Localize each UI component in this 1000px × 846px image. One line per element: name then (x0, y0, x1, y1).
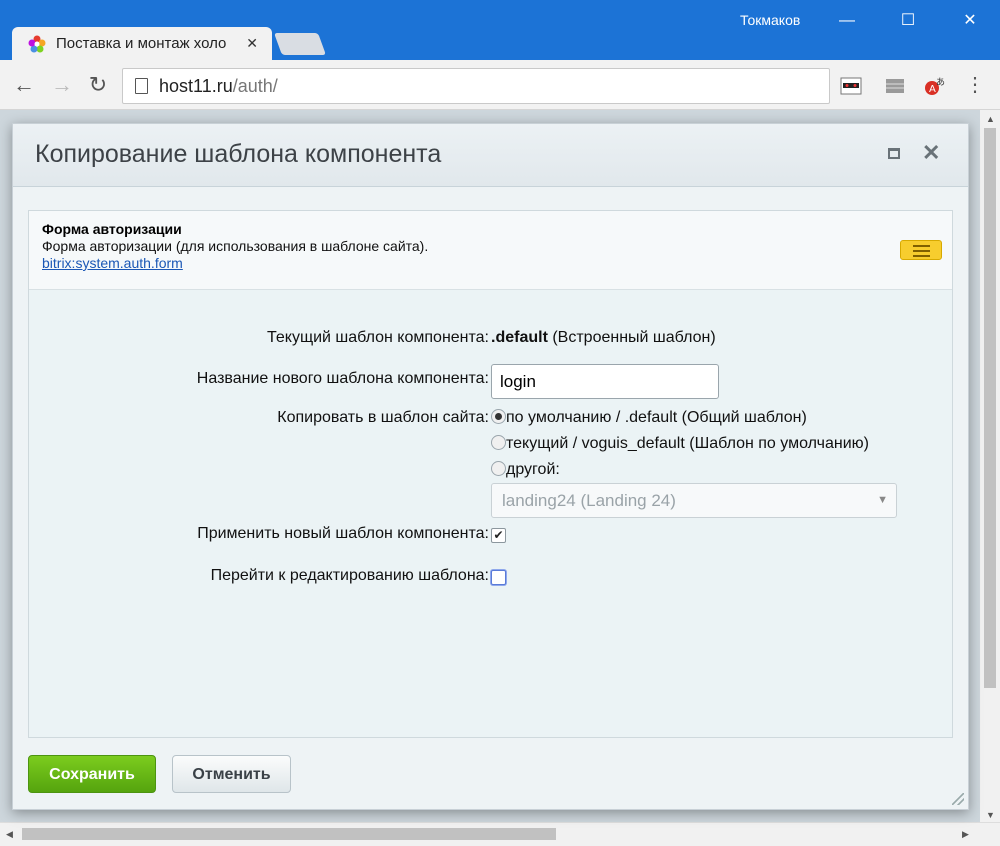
url-host: host11.ru (159, 75, 233, 96)
browser-toolbar: ← → ↻ host11.ru/auth/ A あ ⋮ (0, 60, 1000, 110)
back-arrow-icon[interactable]: ← (12, 74, 36, 98)
copy-template-dialog: Копирование шаблона компонента ✕ Форма а… (12, 123, 969, 810)
goto-edit-label: Перейти к редактированию шаблона: (210, 567, 489, 584)
horizontal-scroll-thumb[interactable] (22, 828, 556, 840)
component-info: Форма авторизации Форма авторизации (для… (29, 211, 952, 290)
copy-option-other[interactable]: другой: (491, 461, 560, 479)
component-menu-button[interactable] (900, 240, 942, 260)
window-close-icon[interactable]: ✕ (955, 8, 985, 34)
current-template-label: Текущий шаблон компонента: (266, 329, 489, 346)
tab-title: Поставка и монтаж холо (56, 35, 227, 52)
copy-option-current[interactable]: текущий / voguis_default (Шаблон по умол… (491, 435, 869, 453)
minimize-icon[interactable]: — (832, 8, 862, 34)
translate-extension-icon[interactable]: A あ (924, 76, 946, 96)
current-template-value: .default (Встроенный шаблон) (491, 329, 716, 346)
maximize-dialog-icon[interactable] (888, 148, 900, 159)
new-template-name-label: Название нового шаблона компонента: (196, 370, 489, 387)
scroll-right-icon[interactable]: ▶ (962, 829, 969, 840)
dialog-title: Копирование шаблона компонента (35, 140, 442, 168)
scroll-left-icon[interactable]: ◀ (6, 829, 13, 840)
svg-text:あ: あ (936, 77, 945, 88)
scroll-up-icon[interactable]: ▲ (986, 114, 995, 124)
dialog-content-panel: Форма авторизации Форма авторизации (для… (28, 210, 953, 738)
new-template-name-input[interactable]: login (491, 364, 719, 399)
browser-menu-icon[interactable]: ⋮ (963, 74, 987, 98)
copy-option-default[interactable]: по умолчанию / .default (Общий шаблон) (491, 409, 807, 427)
apply-template-checkbox[interactable]: ✔ (491, 528, 506, 543)
horizontal-scrollbar[interactable]: ◀ ▶ (0, 822, 1000, 846)
page-info-icon[interactable] (135, 78, 148, 94)
extension-grid-icon[interactable] (884, 76, 906, 96)
browser-tab[interactable]: Поставка и монтаж холо ✕ (12, 27, 272, 60)
other-template-select[interactable]: landing24 (Landing 24) ▼ (491, 483, 897, 518)
apply-template-label: Применить новый шаблон компонента: (197, 525, 489, 542)
address-bar[interactable]: host11.ru/auth/ (122, 68, 830, 104)
component-description: Форма авторизации (для использования в ш… (42, 238, 429, 254)
close-dialog-icon[interactable]: ✕ (922, 140, 940, 166)
reload-icon[interactable]: ↻ (86, 74, 110, 98)
radio-other[interactable] (491, 461, 506, 476)
radio-default[interactable] (491, 409, 506, 424)
radio-current[interactable] (491, 435, 506, 450)
component-name: Форма авторизации (42, 221, 182, 237)
profile-name[interactable]: Токмаков (740, 12, 800, 28)
vertical-scrollbar[interactable]: ▲ ▼ (980, 110, 1000, 822)
vertical-scroll-thumb[interactable] (984, 128, 996, 688)
incognito-extension-icon[interactable] (840, 76, 862, 96)
maximize-icon[interactable]: ☐ (893, 8, 923, 34)
cancel-button[interactable]: Отменить (172, 755, 291, 793)
copy-to-label: Копировать в шаблон сайта: (277, 409, 489, 426)
goto-edit-checkbox[interactable] (491, 570, 506, 585)
dialog-header[interactable]: Копирование шаблона компонента ✕ (13, 124, 968, 187)
save-button[interactable]: Сохранить (28, 755, 156, 793)
url-path: /auth/ (232, 75, 278, 96)
chevron-down-icon: ▼ (877, 494, 888, 506)
browser-title-bar: Поставка и монтаж холо ✕ Токмаков — ☐ ✕ (0, 0, 1000, 60)
resize-handle-icon[interactable] (952, 793, 964, 805)
new-tab-button[interactable] (273, 33, 327, 55)
svg-text:A: A (929, 84, 936, 95)
forward-arrow-icon[interactable]: → (50, 74, 74, 98)
component-link[interactable]: bitrix:system.auth.form (42, 255, 183, 271)
site-favicon-icon (28, 35, 46, 52)
scroll-down-icon[interactable]: ▼ (986, 810, 995, 820)
tab-close-icon[interactable]: ✕ (246, 35, 258, 52)
